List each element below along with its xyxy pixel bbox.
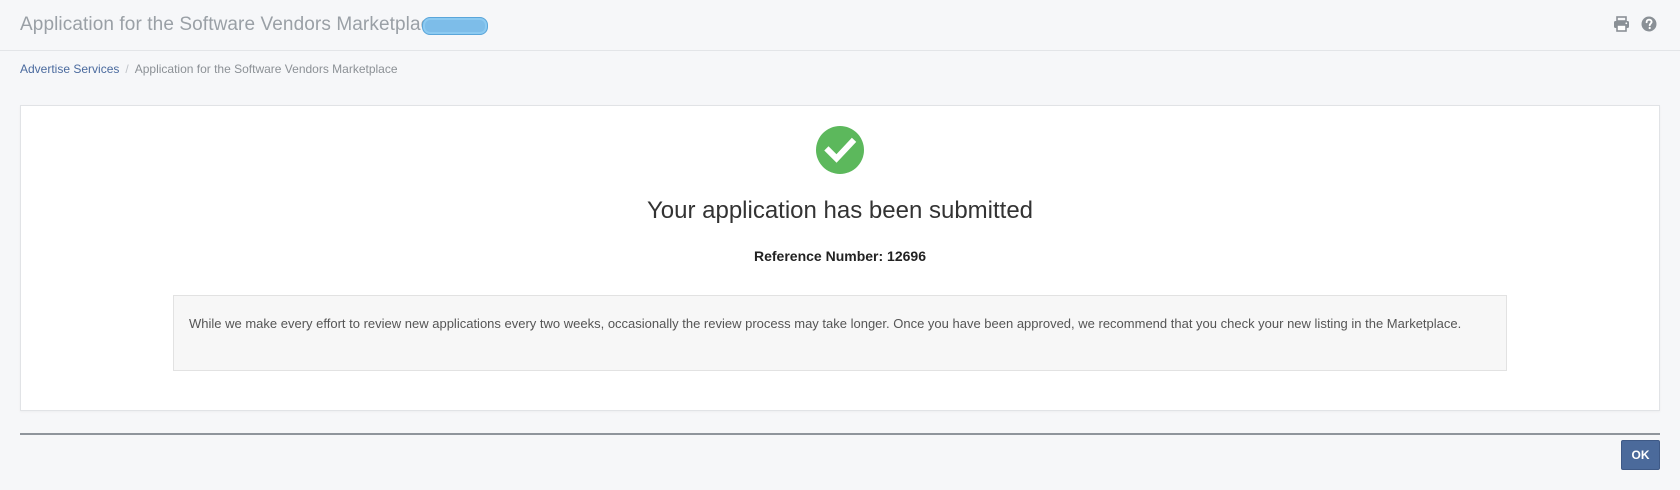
breadcrumb-current: Application for the Software Vendors Mar… [134,62,398,76]
reference-number: Reference Number: 12696 [21,248,1659,264]
ok-button[interactable]: OK [1621,440,1660,470]
reference-value: 12696 [887,248,926,264]
status-indicator [422,17,488,35]
footer-divider [20,433,1660,435]
page-title: Application for the Software Vendors Mar… [20,14,441,35]
help-icon[interactable] [1640,15,1658,33]
page-header: Application for the Software Vendors Mar… [0,0,1680,51]
breadcrumb: Advertise Services / Application for the S… [20,62,398,76]
reference-label: Reference Number: [754,248,884,264]
header-actions [1612,15,1658,33]
confirmation-title: Your application has been submitted [646,197,1034,224]
breadcrumb-advertise-services[interactable]: Advertise Services [20,62,119,76]
info-message: While we make every effort to review new… [173,295,1507,371]
breadcrumb-separator: / [125,62,129,76]
confirmation-card: Your application has been submitted Refe… [20,105,1660,411]
print-icon[interactable] [1612,15,1630,33]
check-circle-icon [816,126,864,174]
